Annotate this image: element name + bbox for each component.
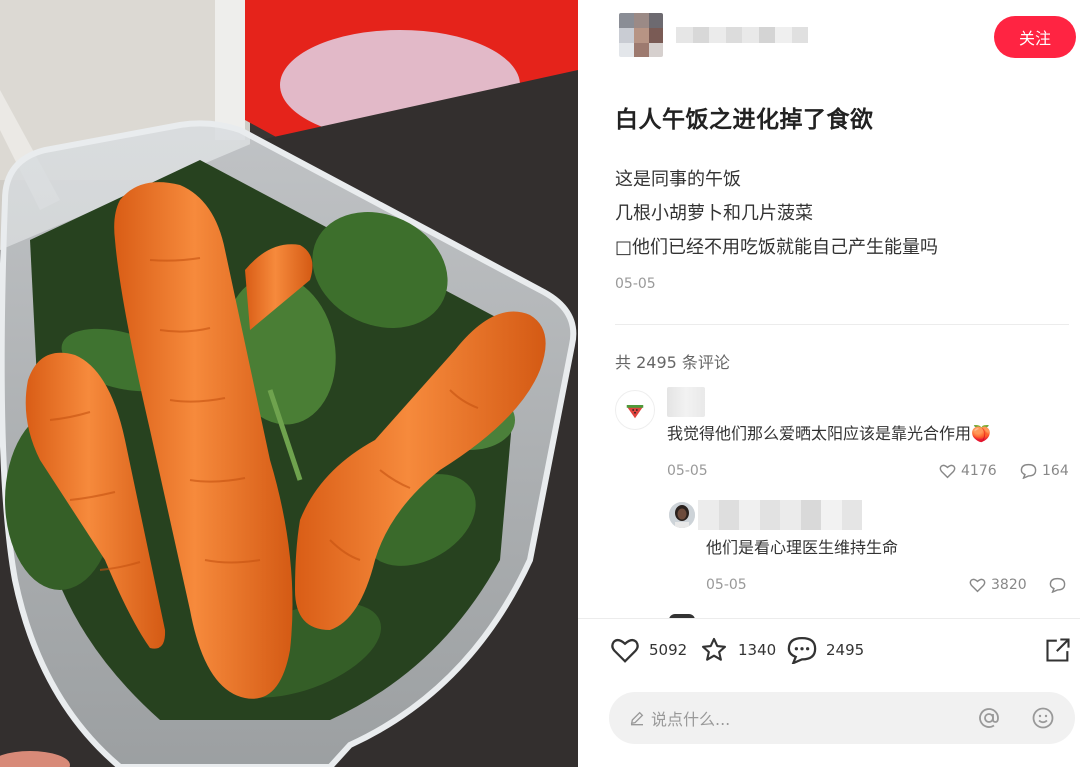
comment-input-placeholder: 说点什么... — [651, 710, 731, 729]
chat-bubble-icon — [1049, 577, 1066, 593]
commenter-name-redacted[interactable] — [698, 500, 862, 530]
follow-button[interactable]: 关注 — [994, 16, 1076, 58]
comment-text: 他们是看心理医生维持生命 — [706, 538, 899, 557]
favorite-button[interactable]: 1340 — [699, 636, 776, 664]
favorite-count: 1340 — [738, 641, 777, 659]
comment-reply-button[interactable] — [1049, 577, 1071, 593]
star-icon — [701, 637, 727, 661]
post-line: 这是同事的午饭 — [615, 169, 741, 190]
comment-reply-count: 164 — [1042, 463, 1069, 479]
post-title: 白人午饭之进化掉了食欲 — [615, 107, 874, 133]
post-line: 几根小胡萝卜和几片菠菜 — [615, 203, 813, 224]
post-description: 这是同事的午饭 几根小胡萝卜和几片菠菜 □他们已经不用吃饭就能自己产生能量吗 — [615, 163, 938, 265]
post-photo[interactable] — [0, 0, 578, 767]
comment-reply-button[interactable]: 164 — [1020, 463, 1069, 479]
comment-date: 05-05 — [706, 577, 747, 593]
carrot-lunch-photo — [0, 0, 578, 767]
comment-count: 共 2495 条评论 — [615, 353, 730, 372]
heart-icon — [611, 638, 639, 663]
emoji-icon[interactable] — [1031, 706, 1055, 730]
author-name-redacted[interactable] — [676, 27, 808, 43]
share-icon[interactable] — [1044, 636, 1072, 664]
like-button[interactable]: 5092 — [610, 636, 687, 664]
comment-like-button[interactable]: 3820 — [969, 577, 1027, 593]
post-line: □他们已经不用吃饭就能自己产生能量吗 — [615, 237, 939, 258]
like-count: 5092 — [649, 641, 688, 659]
chat-bubble-icon — [1020, 463, 1037, 479]
post-detail-panel: 关注 白人午饭之进化掉了食欲 这是同事的午饭 几根小胡萝卜和几片菠菜 □他们已经… — [578, 0, 1080, 767]
comment-like-count: 4176 — [961, 463, 997, 479]
comment-date: 05-05 — [667, 463, 708, 479]
comment-like-count: 3820 — [991, 577, 1027, 593]
pen-icon — [630, 711, 644, 726]
post-date: 05-05 — [615, 276, 656, 292]
comment-input[interactable]: 说点什么... — [609, 692, 1075, 744]
heart-icon — [939, 464, 956, 479]
commenter-name-redacted[interactable] — [667, 387, 705, 417]
at-mention-icon[interactable] — [977, 706, 1001, 730]
person-photo[interactable] — [669, 502, 695, 528]
chat-bubble-icon — [787, 636, 817, 664]
comment-total-count: 2495 — [826, 641, 865, 659]
comment-button[interactable]: 2495 — [787, 636, 864, 664]
comment-like-button[interactable]: 4176 — [939, 463, 997, 479]
author-bar: 关注 — [578, 0, 1080, 72]
comment-text: 我觉得他们那么爱晒太阳应该是靠光合作用🍑 — [667, 424, 991, 443]
author-avatar[interactable] — [619, 13, 663, 57]
divider — [615, 324, 1069, 325]
engagement-bar: 5092 1340 2495 说点什么... — [578, 618, 1080, 767]
watermelon-icon[interactable] — [615, 390, 655, 430]
heart-icon — [969, 578, 986, 593]
